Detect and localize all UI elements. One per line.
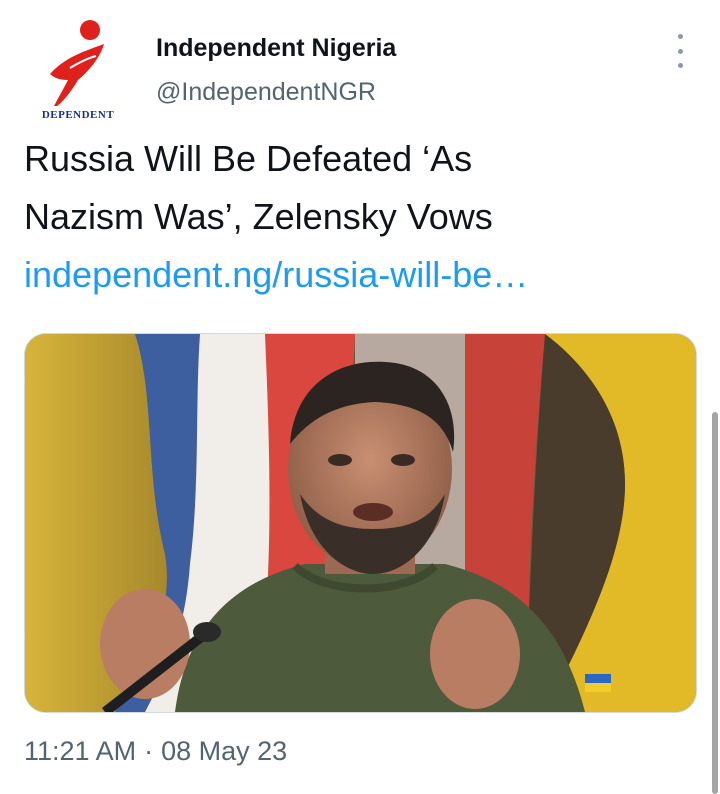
more-options-icon[interactable] [666, 34, 694, 68]
avatar-logo-text: DEPENDENT [42, 109, 115, 121]
independent-logo-icon: DEPENDENT [38, 20, 118, 121]
tweet-media-image[interactable] [24, 333, 697, 713]
dot [677, 34, 683, 39]
tweet-date: 08 May 23 [161, 736, 288, 766]
separator: · [144, 736, 154, 766]
tweet-text-line: Nazism Was’, Zelensky Vows [24, 196, 493, 237]
avatar[interactable]: DEPENDENT [30, 18, 126, 124]
scrollbar[interactable] [712, 412, 718, 794]
tweet-link[interactable]: independent.ng/russia-will-be… [24, 246, 528, 304]
tweet-timestamp[interactable]: 11:21 AM · 08 May 23 [24, 736, 287, 767]
dot [677, 48, 683, 54]
dot [677, 63, 683, 68]
author-name[interactable]: Independent Nigeria [156, 34, 396, 63]
photo-icon [25, 334, 696, 712]
author-handle[interactable]: @IndependentNGR [156, 78, 376, 107]
tweet-time: 11:21 AM [24, 736, 137, 766]
tweet-text: Russia Will Be Defeated ‘As Nazism Was’,… [24, 130, 704, 246]
tweet-text-line: Russia Will Be Defeated ‘As [24, 138, 473, 179]
